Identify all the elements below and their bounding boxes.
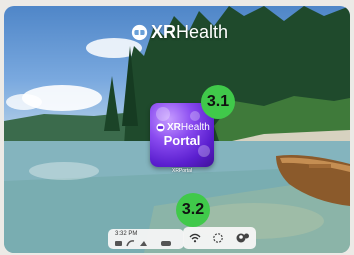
headset-icon <box>161 241 171 246</box>
step-badge-3-1: 3.1 <box>201 85 235 119</box>
taskbar-app-icons <box>115 240 171 247</box>
tile-brand-prefix: XR <box>167 122 181 133</box>
tile-brand: XR Health <box>156 122 210 133</box>
tile-title: Portal <box>163 133 201 148</box>
loading-icon[interactable] <box>212 232 224 244</box>
xrhealth-mini-icon <box>156 123 165 132</box>
step-badge-3-2: 3.2 <box>176 193 210 227</box>
brand-prefix: XR <box>151 22 177 42</box>
taskbar-system <box>183 227 256 249</box>
taskbar-time: 3:32 PM <box>115 231 138 237</box>
wifi-icon[interactable] <box>189 233 201 243</box>
taskbar-apps: 3:32 PM <box>108 229 184 249</box>
vr-home-environment: XR Health XR Health Portal XRPortal 3.1 3.… <box>4 6 350 253</box>
avatar-icon[interactable] <box>236 232 250 244</box>
xrhealth-logo-icon <box>131 24 148 40</box>
app-icon <box>115 241 122 246</box>
xrhealth-logo: XR Health <box>131 23 228 41</box>
brand-suffix: Health <box>176 22 229 42</box>
app-icon <box>140 241 147 246</box>
app-caption: XRPortal <box>171 168 192 174</box>
app-icon <box>126 240 135 247</box>
tile-brand-suffix: Health <box>180 122 210 133</box>
